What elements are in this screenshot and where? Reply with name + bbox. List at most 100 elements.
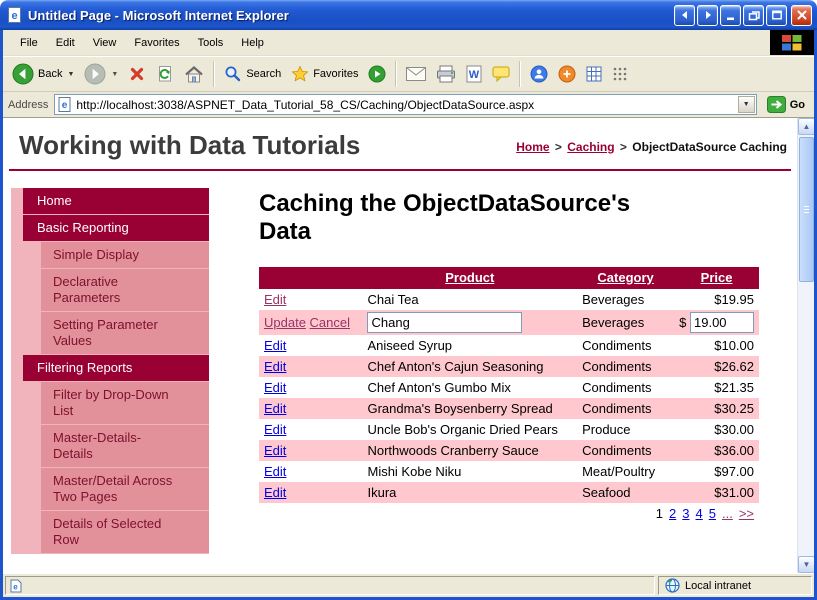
scroll-down-button[interactable]: ▼ [798,556,814,573]
products-grid: ProductCategoryPrice EditChai TeaBeverag… [259,267,759,524]
restore-icon [748,9,760,21]
intranet-globe-icon [665,578,680,593]
menu-view[interactable]: View [84,30,126,56]
sidebar-item-filter-by-drop-down-list[interactable]: Filter by Drop-Down List [41,382,209,424]
go-button[interactable]: Go [763,95,809,114]
sidebar-item-filtering-reports[interactable]: Filtering Reports [23,355,209,381]
back-dropdown-caret[interactable]: ▼ [67,71,74,78]
maximize-button[interactable] [766,5,787,26]
sort-link-price[interactable]: Price [701,270,733,285]
sidebar-item-basic-reporting[interactable]: Basic Reporting [23,215,209,241]
research-icon [558,65,576,83]
maximize-icon [771,9,783,21]
toolbar-separator [213,61,215,87]
breadcrumb-home[interactable]: Home [516,140,549,154]
scrollbar-thumb[interactable] [799,137,814,282]
messenger-button[interactable] [526,62,552,86]
address-input[interactable] [76,97,733,113]
pager-ellipsis[interactable]: ... [722,506,733,521]
sort-link-category[interactable]: Category [597,270,653,285]
restore-button[interactable] [743,5,764,26]
edit-link[interactable]: Edit [264,485,286,500]
table-grid-button[interactable] [582,63,606,85]
sort-link-product[interactable]: Product [445,270,494,285]
grid-row-1: EditChai TeaBeverages$19.95 [259,289,759,310]
mail-button[interactable] [402,64,430,84]
close-button[interactable] [791,5,812,26]
quick-launch-button[interactable] [608,63,632,85]
scroll-up-button[interactable]: ▲ [798,118,814,135]
edit-link[interactable]: Edit [264,380,286,395]
status-page-icon: e [10,579,22,593]
cancel-link[interactable]: Cancel [310,315,350,330]
print-button[interactable] [432,62,460,86]
edit-link[interactable]: Edit [264,359,286,374]
forward-button[interactable]: ▼ [80,60,122,88]
mail-icon [406,67,426,81]
forward-dropdown-caret[interactable]: ▼ [111,71,118,78]
sidebar-item-master-detail-across-two-pages[interactable]: Master/Detail Across Two Pages [41,468,209,510]
home-icon [184,65,204,84]
edit-link[interactable]: Edit [264,401,286,416]
back-button[interactable]: Back ▼ [8,60,78,88]
pager-2[interactable]: 2 [669,506,676,521]
address-combobox[interactable]: e ▼ [54,94,756,115]
edit-link[interactable]: Edit [264,443,286,458]
address-dropdown-button[interactable]: ▼ [738,96,755,113]
pager-next[interactable]: >> [739,506,754,521]
product-cell: Aniseed Syrup [362,335,577,356]
sidebar-item-declarative-parameters[interactable]: Declarative Parameters [41,269,209,311]
product-name-input[interactable] [367,312,522,333]
search-label: Search [246,68,281,80]
sidebar-item-simple-display[interactable]: Simple Display [41,242,209,268]
discuss-button[interactable] [488,63,514,85]
product-cell: Chai Tea [362,289,577,310]
product-cell: Chef Anton's Cajun Seasoning [362,356,577,377]
window-nav-back-button[interactable] [674,5,695,26]
home-button[interactable] [180,62,208,87]
price-cell: $19.95 [674,289,759,310]
minimize-button[interactable] [720,5,741,26]
menu-edit[interactable]: Edit [47,30,84,56]
edit-button[interactable]: W [462,62,486,86]
sidebar-item-master-details-details[interactable]: Master-Details-Details [41,425,209,467]
content-area: Working with Data Tutorials Home > Cachi… [3,118,814,573]
page-body: HomeBasic ReportingSimple DisplayDeclara… [3,188,797,554]
edit-link[interactable]: Edit [264,338,286,353]
category-cell: Condiments [577,377,674,398]
search-button[interactable]: Search [220,62,285,86]
media-icon [368,65,386,83]
pager-3[interactable]: 3 [682,506,689,521]
menu-tools[interactable]: Tools [189,30,233,56]
pager-5[interactable]: 5 [709,506,716,521]
breadcrumb-caching[interactable]: Caching [567,140,614,154]
media-button[interactable] [364,62,390,86]
favorites-button[interactable]: Favorites [287,62,362,86]
vertical-scrollbar[interactable]: ▲ ▼ [797,118,814,573]
sidebar-item-home[interactable]: Home [23,188,209,214]
menu-help[interactable]: Help [232,30,273,56]
grid-row-4: EditChef Anton's Cajun SeasoningCondimen… [259,356,759,377]
pager-4[interactable]: 4 [696,506,703,521]
menu-file[interactable]: File [11,30,47,56]
statusbar: e Local intranet [3,573,814,597]
product-cell: Mishi Kobe Niku [362,461,577,482]
action-cell: Edit [259,335,362,356]
window-nav-forward-button[interactable] [697,5,718,26]
edit-link[interactable]: Edit [264,422,286,437]
edit-link[interactable]: Edit [264,292,286,307]
edit-link[interactable]: Edit [264,464,286,479]
titlebar[interactable]: e Untitled Page - Microsoft Internet Exp… [0,0,817,30]
sidebar-item-setting-parameter-values[interactable]: Setting Parameter Values [41,312,209,354]
action-cell: Edit [259,440,362,461]
grid-row-6: EditGrandma's Boysenberry SpreadCondimen… [259,398,759,419]
stop-button[interactable] [124,62,150,86]
price-input[interactable] [690,312,754,333]
update-link[interactable]: Update [264,315,306,330]
menu-favorites[interactable]: Favorites [125,30,188,56]
refresh-button[interactable] [152,62,178,86]
sidebar-item-details-of-selected-row[interactable]: Details of Selected Row [41,511,209,553]
price-cell: $36.00 [674,440,759,461]
action-cell: Edit [259,398,362,419]
research-button[interactable] [554,62,580,86]
